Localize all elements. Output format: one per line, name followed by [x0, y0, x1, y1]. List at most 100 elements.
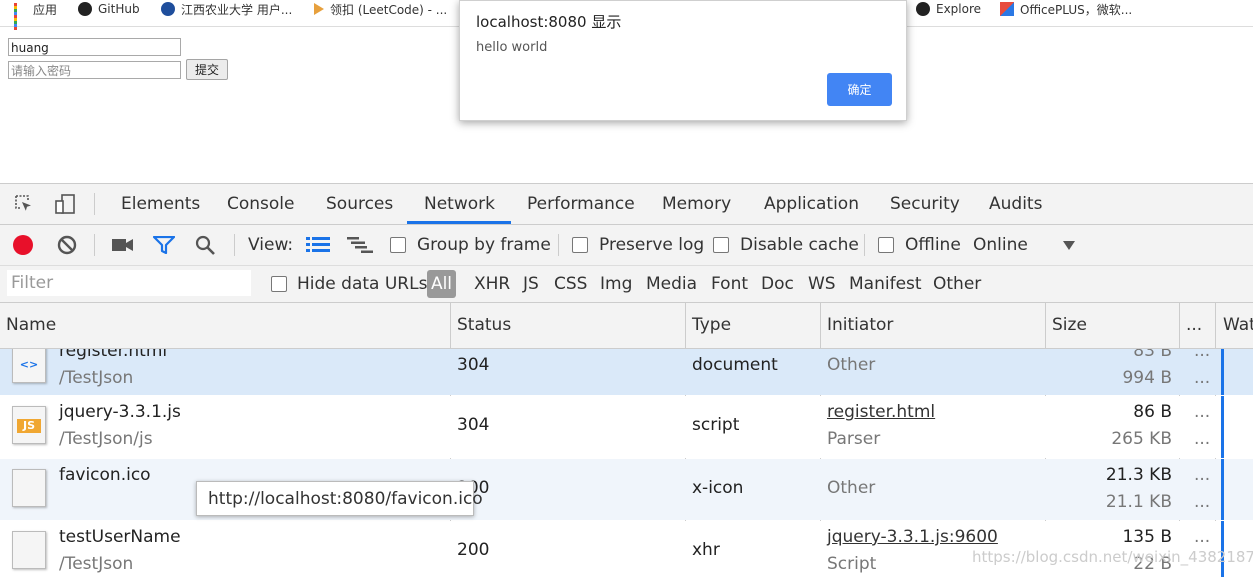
- clear-icon[interactable]: [57, 235, 77, 255]
- filter-type-js[interactable]: JS: [523, 266, 539, 302]
- tab-sources[interactable]: Sources: [326, 184, 393, 224]
- devtools-panel: Elements Console Sources Network Perform…: [0, 183, 1253, 577]
- filter-type-font[interactable]: Font: [711, 266, 748, 302]
- large-rows-icon[interactable]: [306, 237, 330, 253]
- tab-audits[interactable]: Audits: [989, 184, 1042, 224]
- request-path: /TestJson: [59, 368, 134, 388]
- filter-type-other[interactable]: Other: [933, 266, 981, 302]
- filter-type-all[interactable]: All: [427, 270, 456, 298]
- html-file-icon: <>: [12, 349, 46, 383]
- request-status: 304: [457, 355, 490, 375]
- filter-type-media[interactable]: Media: [646, 266, 697, 302]
- filter-type-css[interactable]: CSS: [554, 266, 587, 302]
- bookmark-university[interactable]: 江西农业大学 用户...: [161, 0, 292, 18]
- tab-network[interactable]: Network: [424, 184, 495, 224]
- apps-grid-icon: [14, 2, 27, 30]
- filter-type-xhr[interactable]: XHR: [474, 266, 510, 302]
- request-type: script: [692, 415, 740, 435]
- bookmark-officeplus[interactable]: OfficePLUS，微软...: [1000, 0, 1132, 18]
- request-size: 21.3 KB: [1105, 465, 1172, 485]
- tab-application[interactable]: Application: [764, 184, 859, 224]
- bookmark-github[interactable]: GitHub: [78, 0, 140, 18]
- row-more: ...: [1194, 465, 1211, 485]
- request-initiator: Other: [827, 355, 876, 375]
- table-row[interactable]: <> register.html /TestJson 304 document …: [0, 349, 1253, 395]
- initiator-link[interactable]: jquery-3.3.1.js:9600: [827, 527, 998, 547]
- request-path: /TestJson/js: [59, 429, 153, 449]
- preserve-log-label: Preserve log: [599, 235, 705, 255]
- bookmark-label: OfficePLUS，微软...: [1020, 2, 1133, 17]
- hide-data-urls-checkbox[interactable]: [271, 276, 287, 292]
- column-header-waterfall[interactable]: Wat: [1223, 303, 1253, 348]
- waterfall-bar: [1221, 396, 1224, 458]
- request-path: /TestJson: [59, 554, 134, 574]
- leetcode-icon: [314, 3, 324, 15]
- row-more: ...: [1194, 429, 1211, 449]
- row-more: ...: [1194, 527, 1211, 547]
- bookmark-label: Explore: [936, 2, 982, 16]
- column-header-initiator[interactable]: Initiator: [827, 303, 893, 348]
- submit-button[interactable]: 提交: [186, 59, 228, 80]
- filter-type-manifest[interactable]: Manifest: [849, 266, 922, 302]
- tab-elements[interactable]: Elements: [121, 184, 200, 224]
- throttling-select[interactable]: Online: [973, 225, 1028, 265]
- column-header-size[interactable]: Size: [1052, 303, 1087, 348]
- bookmark-explore[interactable]: Explore: [916, 0, 981, 18]
- waterfall-overview-icon[interactable]: [347, 237, 373, 253]
- screenshot-camera-icon[interactable]: [112, 237, 134, 253]
- alert-message: hello world: [476, 40, 548, 55]
- device-toolbar-icon[interactable]: [54, 193, 76, 215]
- column-header-name[interactable]: Name: [6, 303, 56, 348]
- filter-type-img[interactable]: Img: [600, 266, 632, 302]
- column-header-type[interactable]: Type: [692, 303, 731, 348]
- bookmark-label: GitHub: [98, 2, 140, 16]
- filter-input[interactable]: Filter: [7, 270, 251, 296]
- waterfall-bar: [1221, 459, 1224, 520]
- search-icon[interactable]: [195, 235, 215, 255]
- column-header-status[interactable]: Status: [457, 303, 511, 348]
- password-input[interactable]: 请输入密码: [8, 61, 181, 79]
- disable-cache-checkbox[interactable]: [713, 237, 729, 253]
- tab-security[interactable]: Security: [890, 184, 960, 224]
- waterfall-bar: [1221, 349, 1224, 395]
- tab-memory[interactable]: Memory: [662, 184, 731, 224]
- inspect-element-icon[interactable]: [14, 194, 34, 214]
- table-row[interactable]: JS jquery-3.3.1.js /TestJson/js 304 scri…: [0, 396, 1253, 458]
- request-type: x-icon: [692, 478, 744, 498]
- request-name: favicon.ico: [59, 465, 151, 485]
- request-size: 135 B: [1122, 527, 1172, 547]
- watermark: https://blog.csdn.net/weixin_43821876: [972, 548, 1253, 566]
- request-size-resource: 265 KB: [1111, 429, 1172, 449]
- filter-type-doc[interactable]: Doc: [761, 266, 794, 302]
- devtools-tabbar: Elements Console Sources Network Perform…: [0, 184, 1253, 225]
- table-row[interactable]: favicon.ico 200 x-icon Other 21.3 KB 21.…: [0, 459, 1253, 520]
- blank-file-icon: [12, 531, 46, 569]
- filter-funnel-icon[interactable]: [152, 235, 176, 255]
- alert-ok-button[interactable]: 确定: [827, 73, 892, 106]
- filter-type-ws[interactable]: WS: [808, 266, 836, 302]
- username-input[interactable]: huang: [8, 38, 181, 56]
- preserve-log-checkbox[interactable]: [572, 237, 588, 253]
- js-file-icon: JS: [12, 406, 46, 444]
- tab-console[interactable]: Console: [227, 184, 295, 224]
- initiator-link[interactable]: register.html: [827, 402, 935, 422]
- chevron-down-icon[interactable]: [1063, 241, 1075, 250]
- active-tab-indicator: [407, 221, 511, 224]
- request-type: xhr: [692, 540, 720, 560]
- disable-cache-label: Disable cache: [740, 235, 859, 255]
- bookmark-leetcode[interactable]: 领扣 (LeetCode) - ...: [314, 0, 447, 18]
- column-header-more[interactable]: ...: [1186, 303, 1202, 348]
- bookmark-label: 江西农业大学 用户...: [181, 2, 293, 17]
- tab-performance[interactable]: Performance: [527, 184, 635, 224]
- request-name: jquery-3.3.1.js: [59, 402, 181, 422]
- group-by-frame-checkbox[interactable]: [390, 237, 406, 253]
- record-icon[interactable]: [13, 235, 33, 255]
- bookmark-apps[interactable]: 应用: [14, 0, 57, 30]
- request-initiator-type: Script: [827, 554, 877, 574]
- blank-file-icon: [12, 469, 46, 507]
- hide-data-urls-label: Hide data URLs: [297, 274, 428, 294]
- offline-checkbox[interactable]: [878, 237, 894, 253]
- group-by-frame-label: Group by frame: [417, 235, 551, 255]
- request-status: 200: [457, 540, 490, 560]
- alert-title: localhost:8080 显示: [476, 13, 622, 31]
